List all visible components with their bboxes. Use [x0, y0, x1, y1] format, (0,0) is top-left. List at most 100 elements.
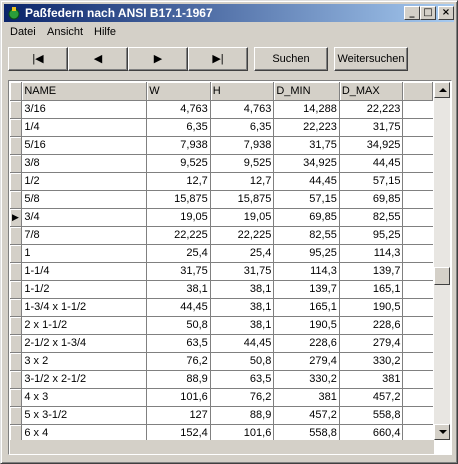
- table-row[interactable]: 1-1/2 38,1 38,1 139,7 165,1: [10, 280, 433, 299]
- cell-name[interactable]: 5/8: [21, 190, 148, 209]
- menu-datei[interactable]: Datei: [10, 26, 36, 38]
- cell-d-min[interactable]: 279,4: [273, 352, 340, 371]
- cell-w[interactable]: 50,8: [146, 316, 211, 335]
- row-indicator[interactable]: [10, 244, 23, 263]
- cell-d-max[interactable]: 381: [339, 370, 404, 389]
- row-indicator[interactable]: [10, 154, 23, 173]
- next-record-button[interactable]: ▶: [128, 47, 188, 71]
- cell-h[interactable]: 50,8: [210, 352, 275, 371]
- first-record-button[interactable]: |◀: [8, 47, 68, 71]
- prev-record-button[interactable]: ◀: [68, 47, 128, 71]
- column-header-d-min[interactable]: D_MIN: [273, 82, 340, 101]
- cell-w[interactable]: 31,75: [146, 262, 211, 281]
- row-indicator[interactable]: [10, 190, 23, 209]
- cell-d-max[interactable]: 660,4: [339, 424, 404, 440]
- cell-h[interactable]: 76,2: [210, 388, 275, 407]
- cell-d-max[interactable]: 190,5: [339, 298, 404, 317]
- cell-w[interactable]: 4,763: [146, 100, 211, 119]
- table-row[interactable]: 5/8 15,875 15,875 57,15 69,85: [10, 190, 433, 209]
- cell-d-max[interactable]: 57,15: [339, 172, 404, 191]
- cell-name[interactable]: 2 x 1-1/2: [21, 316, 148, 335]
- cell-name[interactable]: 3 x 2: [21, 352, 148, 371]
- cell-name[interactable]: 3-1/2 x 2-1/2: [21, 370, 148, 389]
- table-row[interactable]: 1-1/4 31,75 31,75 114,3 139,7: [10, 262, 433, 281]
- minimize-button[interactable]: _: [404, 6, 420, 20]
- table-row[interactable]: 1 25,4 25,4 95,25 114,3: [10, 244, 433, 263]
- cell-name[interactable]: 4 x 3: [21, 388, 148, 407]
- cell-d-min[interactable]: 190,5: [273, 316, 340, 335]
- table-row[interactable]: 5/16 7,938 7,938 31,75 34,925: [10, 136, 433, 155]
- cell-d-min[interactable]: 228,6: [273, 334, 340, 353]
- cell-name[interactable]: 1-1/4: [21, 262, 148, 281]
- cell-w[interactable]: 7,938: [146, 136, 211, 155]
- cell-d-max[interactable]: 228,6: [339, 316, 404, 335]
- cell-w[interactable]: 6,35: [146, 118, 211, 137]
- table-row[interactable]: 3 x 2 76,2 50,8 279,4 330,2: [10, 352, 433, 371]
- cell-name[interactable]: 1/4: [21, 118, 148, 137]
- table-row[interactable]: 5 x 3-1/2 127 88,9 457,2 558,8: [10, 406, 433, 425]
- table-row[interactable]: 1/2 12,7 12,7 44,45 57,15: [10, 172, 433, 191]
- cell-d-min[interactable]: 95,25: [273, 244, 340, 263]
- cell-h[interactable]: 44,45: [210, 334, 275, 353]
- cell-d-max[interactable]: 165,1: [339, 280, 404, 299]
- cell-d-max[interactable]: 330,2: [339, 352, 404, 371]
- column-header-w[interactable]: W: [146, 82, 211, 101]
- cell-d-max[interactable]: 457,2: [339, 388, 404, 407]
- row-indicator[interactable]: [10, 424, 23, 440]
- cell-h[interactable]: 4,763: [210, 100, 275, 119]
- row-indicator[interactable]: [10, 172, 23, 191]
- cell-d-min[interactable]: 457,2: [273, 406, 340, 425]
- cell-w[interactable]: 44,45: [146, 298, 211, 317]
- cell-d-min[interactable]: 165,1: [273, 298, 340, 317]
- table-row[interactable]: 6 x 4 152,4 101,6 558,8 660,4: [10, 424, 433, 440]
- cell-h[interactable]: 7,938: [210, 136, 275, 155]
- data-grid[interactable]: NAME W H D_MIN D_MAX 3/16 4,763 4,763 14,28…: [8, 80, 452, 455]
- row-indicator[interactable]: [10, 226, 23, 245]
- cell-w[interactable]: 25,4: [146, 244, 211, 263]
- cell-d-min[interactable]: 31,75: [273, 136, 340, 155]
- cell-w[interactable]: 22,225: [146, 226, 211, 245]
- table-row[interactable]: ▶ 3/4 19,05 19,05 69,85 82,55: [10, 208, 433, 227]
- cell-h[interactable]: 6,35: [210, 118, 275, 137]
- maximize-button[interactable]: □: [420, 6, 436, 20]
- row-indicator[interactable]: [10, 262, 23, 281]
- cell-w[interactable]: 63,5: [146, 334, 211, 353]
- cell-d-min[interactable]: 82,55: [273, 226, 340, 245]
- cell-h[interactable]: 15,875: [210, 190, 275, 209]
- scroll-thumb[interactable]: [434, 267, 450, 285]
- cell-d-min[interactable]: 114,3: [273, 262, 340, 281]
- menu-ansicht[interactable]: Ansicht: [47, 26, 83, 38]
- table-row[interactable]: 7/8 22,225 22,225 82,55 95,25: [10, 226, 433, 245]
- cell-name[interactable]: 3/16: [21, 100, 148, 119]
- close-button[interactable]: ×: [438, 6, 454, 20]
- table-row[interactable]: 4 x 3 101,6 76,2 381 457,2: [10, 388, 433, 407]
- row-indicator[interactable]: [10, 370, 23, 389]
- cell-d-max[interactable]: 44,45: [339, 154, 404, 173]
- cell-h[interactable]: 38,1: [210, 298, 275, 317]
- cell-name[interactable]: 7/8: [21, 226, 148, 245]
- cell-w[interactable]: 38,1: [146, 280, 211, 299]
- cell-h[interactable]: 19,05: [210, 208, 275, 227]
- table-row[interactable]: 3-1/2 x 2-1/2 88,9 63,5 330,2 381: [10, 370, 433, 389]
- row-indicator[interactable]: ▶: [10, 208, 23, 227]
- cell-name[interactable]: 3/8: [21, 154, 148, 173]
- cell-w[interactable]: 19,05: [146, 208, 211, 227]
- cell-d-min[interactable]: 22,223: [273, 118, 340, 137]
- cell-d-max[interactable]: 34,925: [339, 136, 404, 155]
- cell-h[interactable]: 38,1: [210, 316, 275, 335]
- search-button[interactable]: Suchen: [254, 47, 328, 71]
- cell-w[interactable]: 9,525: [146, 154, 211, 173]
- cell-d-max[interactable]: 95,25: [339, 226, 404, 245]
- cell-h[interactable]: 22,225: [210, 226, 275, 245]
- cell-d-max[interactable]: 31,75: [339, 118, 404, 137]
- cell-name[interactable]: 6 x 4: [21, 424, 148, 440]
- cell-d-min[interactable]: 330,2: [273, 370, 340, 389]
- cell-w[interactable]: 152,4: [146, 424, 211, 440]
- cell-d-min[interactable]: 381: [273, 388, 340, 407]
- cell-d-min[interactable]: 44,45: [273, 172, 340, 191]
- cell-name[interactable]: 5 x 3-1/2: [21, 406, 148, 425]
- cell-d-max[interactable]: 279,4: [339, 334, 404, 353]
- cell-d-max[interactable]: 558,8: [339, 406, 404, 425]
- cell-d-max[interactable]: 139,7: [339, 262, 404, 281]
- cell-h[interactable]: 9,525: [210, 154, 275, 173]
